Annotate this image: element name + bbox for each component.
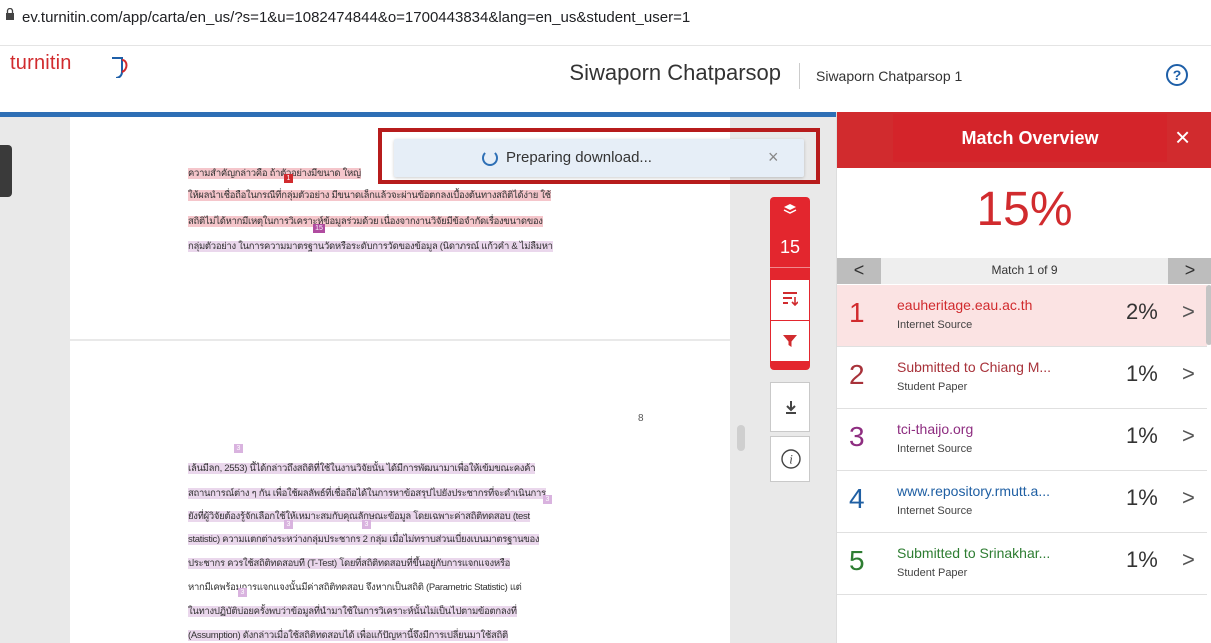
match-source[interactable]: Submitted to Chiang M...: [897, 359, 1051, 375]
match-source-type: Internet Source: [897, 505, 973, 517]
match-number: 1: [849, 297, 865, 328]
document-line: กลุ่มตัวอย่าง ในการความมาตรฐานวัดหรือระด…: [188, 241, 553, 252]
match-number: 5: [849, 545, 865, 576]
match-marker[interactable]: 3: [284, 520, 293, 529]
match-count-badge[interactable]: 15: [770, 237, 810, 258]
match-percentage: 1%: [1126, 423, 1158, 448]
document-line: ให้ผลนำเชื่อถือในกรณีที่กลุ่มตัวอย่าง มี…: [188, 190, 551, 201]
match-number: 2: [849, 359, 865, 390]
panel-scrollbar-thumb[interactable]: [1206, 285, 1211, 345]
header-divider: [799, 63, 800, 89]
toolbar-divider: [770, 267, 810, 268]
document-scrollbar-thumb[interactable]: [737, 425, 745, 451]
match-source-type: Student Paper: [897, 567, 968, 579]
toast-message: Preparing download...: [506, 149, 652, 166]
download-button[interactable]: [770, 382, 810, 432]
match-number: 4: [849, 483, 865, 514]
match-marker[interactable]: 3: [238, 588, 247, 597]
match-navigator: Match 1 of 9 < >: [837, 258, 1211, 284]
match-list-item[interactable]: 4 www.repository.rmutt.a... Internet Sourc…: [837, 471, 1207, 533]
lock-icon: [6, 8, 14, 20]
turnitin-logo-mark-icon: [112, 57, 128, 78]
help-icon[interactable]: ?: [1166, 64, 1188, 86]
next-match-button[interactable]: >: [1168, 258, 1211, 284]
page-title: Siwaporn Chatparsop: [569, 60, 781, 85]
document-line: (Assumption) ดังกล่าวเมื่อใช้สถิติทดสอบไ…: [188, 630, 508, 641]
match-source-type: Internet Source: [897, 443, 973, 455]
document-line: ยังที่ผู้วิจัยต้องรู้จักเลือกใช้ให้เหมาะ…: [188, 511, 530, 522]
document-line: เล้นมีลก, 2553) นี้ได้กล่าวถึงสถิติที่ใช…: [188, 463, 536, 474]
toast-close-button[interactable]: ×: [768, 147, 779, 168]
document-line: สถานการณ์ต่าง ๆ กัน เพื่อใช้ผลลัพธ์ที่เช…: [188, 488, 546, 499]
chevron-right-icon[interactable]: >: [1182, 485, 1195, 511]
panel-title: Match Overview: [893, 114, 1167, 162]
chevron-right-icon[interactable]: >: [1182, 361, 1195, 387]
match-list-item[interactable]: 2 Submitted to Chiang M... Student Paper 1%…: [837, 347, 1207, 409]
download-icon: [786, 401, 796, 414]
turnitin-logo[interactable]: turnitin: [10, 52, 72, 75]
match-list-item[interactable]: 3 tci-thaijo.org Internet Source 1% >: [837, 409, 1207, 471]
panel-header: Match Overview ×: [837, 112, 1211, 168]
match-list-item[interactable]: 5 Submitted to Srinakhar... Student Paper 1…: [837, 533, 1207, 595]
match-marker[interactable]: 1: [284, 174, 293, 183]
info-icon: i: [781, 449, 801, 469]
filter-button[interactable]: [771, 321, 809, 361]
sort-button[interactable]: [771, 280, 809, 320]
match-source[interactable]: Submitted to Srinakhar...: [897, 545, 1050, 561]
document-line: statistic) ความแตกต่างระหว่างกลุ่มประชาก…: [188, 534, 540, 545]
filter-icon: [783, 335, 797, 347]
match-source[interactable]: tci-thaijo.org: [897, 421, 973, 437]
browser-url-bar[interactable]: ev.turnitin.com/app/carta/en_us/?s=1&u=1…: [0, 0, 1211, 46]
svg-text:i: i: [789, 452, 793, 467]
similarity-toolbar: 15: [770, 197, 810, 370]
document-line: หากมีเคพร้อมการแจกแจงนั้นมีค่าสถิติทดสอบ…: [188, 582, 522, 593]
match-percentage: 1%: [1126, 361, 1158, 386]
layers-icon[interactable]: [783, 203, 797, 217]
match-list-item[interactable]: 1 eauheritage.eau.ac.th Internet Source 2% >: [837, 285, 1207, 347]
match-source[interactable]: www.repository.rmutt.a...: [897, 483, 1050, 499]
chevron-right-icon[interactable]: >: [1182, 423, 1195, 449]
match-position-label: Match 1 of 9: [991, 263, 1058, 277]
side-drawer-handle[interactable]: [0, 145, 12, 197]
url-text[interactable]: ev.turnitin.com/app/carta/en_us/?s=1&u=1…: [22, 9, 690, 26]
info-button[interactable]: i: [770, 436, 810, 482]
loading-spinner-icon: [482, 150, 498, 166]
match-overview-panel: Match Overview × 15% Match 1 of 9 < > 1 e…: [836, 112, 1211, 643]
match-percentage: 1%: [1126, 485, 1158, 510]
chevron-right-icon[interactable]: >: [1182, 547, 1195, 573]
match-source[interactable]: eauheritage.eau.ac.th: [897, 297, 1032, 313]
page-number: 8: [638, 413, 644, 424]
chevron-right-icon[interactable]: >: [1182, 299, 1195, 325]
similarity-percentage: 15%: [976, 183, 1073, 236]
download-toast: Preparing download... ×: [394, 139, 804, 177]
match-number: 3: [849, 421, 865, 452]
match-marker[interactable]: 3: [234, 444, 243, 453]
match-percentage: 2%: [1126, 299, 1158, 324]
match-marker[interactable]: 15: [313, 224, 325, 233]
app-header: turnitin Siwaporn Chatparsop Siwaporn Ch…: [0, 46, 1211, 112]
submission-title: Siwaporn Chatparsop 1: [816, 68, 963, 84]
sort-icon: [783, 292, 798, 306]
match-marker[interactable]: 3: [362, 520, 371, 529]
match-percentage: 1%: [1126, 547, 1158, 572]
prev-match-button[interactable]: <: [837, 258, 881, 284]
panel-close-button[interactable]: ×: [1175, 122, 1190, 153]
document-line: ในทางปฏิบัติบ่อยครั้งพบว่าข้อมูลที่นำมาใ…: [188, 606, 517, 617]
document-line: สถิติไม่ได้หากมีเหตุในการวิเคราะห์ข้อมูล…: [188, 216, 543, 227]
document-line: ประชากร ควรใช้สถิติทดสอบที (T-Test) โดยท…: [188, 558, 511, 569]
match-source-type: Internet Source: [897, 319, 973, 331]
match-marker[interactable]: 3: [543, 495, 552, 504]
match-source-type: Student Paper: [897, 381, 968, 393]
